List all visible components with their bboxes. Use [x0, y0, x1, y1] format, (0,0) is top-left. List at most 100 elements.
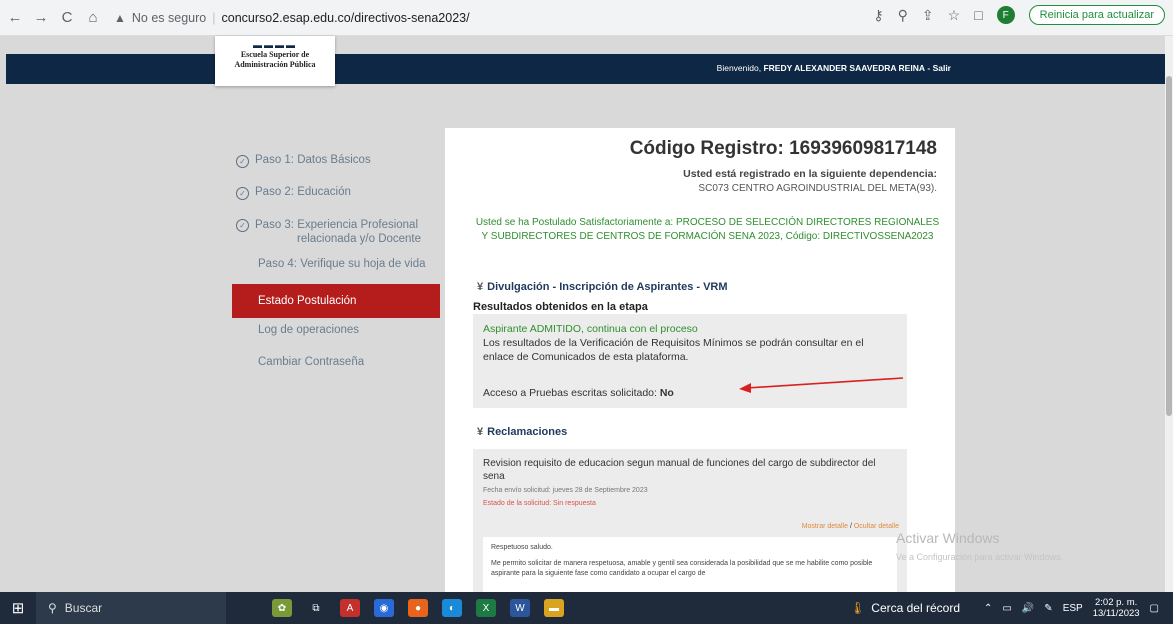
hide-details-link[interactable]: Ocultar detalle: [854, 523, 899, 530]
sidebar-item-label-line1: Paso 3: Experiencia Profesional: [255, 219, 419, 231]
key-icon[interactable]: ⚷: [873, 7, 883, 24]
browser-actions: ⚷ ⚲ ⇪ ☆ □ F Reinicia para actualizar: [873, 5, 1165, 25]
user-name: FREDY ALEXANDER SAAVEDRA REINA: [763, 63, 925, 73]
sidebar-item-label-line2: relacionada y/o Docente: [297, 233, 422, 245]
back-icon[interactable]: ←: [4, 9, 26, 26]
claim-body: Me permito solicitar de manera respetuos…: [491, 560, 873, 577]
sidebar-item-label: Paso 3: Experiencia Profesional relacion…: [255, 218, 421, 246]
pen-icon[interactable]: ✎: [1044, 603, 1052, 614]
system-tray: 🌡 Cerca del récord ⌃ ▭ 🔊 ✎ ESP 2:02 p. m…: [850, 592, 1159, 624]
registration-code: Código Registro: 16939609817148: [629, 138, 937, 159]
esap-logo[interactable]: ▬▬▬▬ Escuela Superior de Administración …: [215, 36, 335, 86]
claim-greeting: Respetuoso saludo.: [491, 544, 553, 551]
file-explorer-icon[interactable]: ▬: [544, 599, 564, 617]
sidebar-item-password[interactable]: Cambiar Contraseña: [232, 350, 440, 382]
sidebar-item-paso1[interactable]: ✓ Paso 1: Datos Básicos: [232, 148, 440, 180]
task-view-icon[interactable]: ⧉: [306, 599, 326, 617]
activate-windows-title: Activar Windows: [896, 530, 1000, 546]
profile-avatar[interactable]: F: [996, 6, 1015, 24]
result-box: Aspirante ADMITIDO, continua con el proc…: [473, 314, 907, 408]
windows-taskbar: ⊞ ⚲ Buscar ✿ ⧉ A ◉ ● ◐ X W ▬ 🌡 Cerca del…: [0, 592, 1173, 624]
logout-link[interactable]: - Salir: [927, 63, 951, 73]
divulgation-section-title[interactable]: ¥ Divulgación - Inscripción de Aspirantes…: [477, 281, 728, 293]
welcome-text: Bienvenido, FREDY ALEXANDER SAAVEDRA REI…: [717, 63, 951, 73]
address-bar[interactable]: ▲ No es seguro | concurso2.esap.edu.co/d…: [114, 5, 470, 31]
collapse-icon: ¥: [477, 426, 484, 438]
firefox-icon[interactable]: ●: [408, 599, 428, 617]
word-icon[interactable]: W: [510, 599, 530, 617]
check-circle-icon: ✓: [236, 187, 249, 200]
update-button[interactable]: Reinicia para actualizar: [1028, 5, 1165, 25]
sidebar-item-label: Paso 2: Educación: [255, 186, 351, 198]
admitted-status: Aspirante ADMITIDO, continua con el proc…: [483, 323, 698, 335]
weather-text: Cerca del récord: [871, 601, 960, 615]
network-icon[interactable]: ▭: [1002, 603, 1011, 614]
check-circle-icon: ✓: [236, 155, 249, 168]
share-icon[interactable]: ⇪: [922, 7, 934, 24]
sidebar-menu: ✓ Paso 1: Datos Básicos ✓ Paso 2: Educac…: [232, 148, 440, 382]
notifications-icon[interactable]: ▢: [1150, 603, 1159, 614]
claims-title-text: Reclamaciones: [487, 426, 568, 438]
clock[interactable]: 2:02 p. m. 13/11/2023: [1093, 597, 1140, 619]
reload-icon[interactable]: C: [56, 9, 78, 26]
clock-time: 2:02 p. m.: [1095, 597, 1138, 608]
main-content: Código Registro: 16939609817148 Usted es…: [445, 128, 955, 598]
sidebar-item-label: Paso 1: Datos Básicos: [255, 154, 371, 166]
sidebar-item-log[interactable]: Log de operaciones: [232, 318, 440, 350]
language-indicator[interactable]: ESP: [1063, 603, 1083, 614]
sidepanel-icon[interactable]: □: [974, 7, 982, 23]
forward-icon[interactable]: →: [30, 9, 52, 26]
page-scrollbar[interactable]: [1165, 36, 1173, 592]
red-arrow-annotation: [739, 377, 904, 393]
taskbar-apps: ✿ ⧉ A ◉ ● ◐ X W ▬: [272, 599, 564, 617]
claims-section-title[interactable]: ¥ Reclamaciones: [477, 426, 567, 438]
thermometer-icon: 🌡: [850, 601, 866, 615]
excel-icon[interactable]: X: [476, 599, 496, 617]
claim-date: Fecha envío solicitud: jueves 28 de Sept…: [483, 487, 648, 494]
sidebar-item-paso2[interactable]: ✓ Paso 2: Educación: [232, 180, 440, 212]
edge-icon[interactable]: ◐: [442, 599, 462, 617]
welcome-prefix: Bienvenido,: [716, 63, 762, 73]
windows-start-icon[interactable]: ⊞: [0, 599, 36, 617]
sidebar-item-paso3[interactable]: ✓ Paso 3: Experiencia Profesional relaci…: [232, 212, 440, 252]
chevron-up-icon[interactable]: ⌃: [984, 603, 992, 614]
sidebar-item-estado-postulacion[interactable]: Estado Postulación: [232, 284, 440, 318]
search-placeholder: Buscar: [64, 601, 103, 615]
requirements-text: Los resultados de la Verificación de Req…: [483, 337, 864, 363]
details-separator: /: [849, 523, 852, 530]
activate-windows-subtitle: Ve a Configuración para activar Windows.: [896, 552, 1064, 562]
access-value: No: [659, 387, 674, 399]
sidebar-item-paso4[interactable]: Paso 4: Verifique su hoja de vida: [232, 252, 440, 284]
sidebar-item-label: Cambiar Contraseña: [258, 356, 365, 368]
star-icon[interactable]: ☆: [948, 7, 961, 24]
weather-widget[interactable]: 🌡 Cerca del récord: [850, 601, 960, 615]
warning-icon: ▲: [114, 10, 126, 25]
divulgation-title-text: Divulgación - Inscripción de Aspirantes …: [487, 281, 728, 293]
check-circle-icon: ✓: [236, 219, 249, 232]
zoom-icon[interactable]: ⚲: [898, 7, 908, 24]
claim-card: Revision requisito de educacion segun ma…: [473, 449, 907, 598]
show-details-link[interactable]: Mostrar detalle: [802, 523, 848, 530]
claim-detail-body: Respetuoso saludo. Me permito solicitar …: [483, 537, 897, 598]
url-separator: |: [212, 10, 216, 25]
postulation-message: Usted se ha Postulado Satisfactoriamente…: [475, 217, 940, 242]
written-tests-access: Acceso a Pruebas escritas solicitado: No: [483, 386, 674, 400]
access-label: Acceso a Pruebas escritas solicitado:: [483, 387, 657, 399]
pdf-app-icon[interactable]: A: [340, 599, 360, 617]
volume-icon[interactable]: 🔊: [1022, 603, 1034, 614]
clock-date: 13/11/2023: [1092, 608, 1140, 619]
logo-mark-icon: ▬▬▬▬: [253, 40, 297, 50]
claim-state: Estado de la solicitud: Sin respuesta: [483, 500, 596, 507]
chrome-icon[interactable]: ◉: [374, 599, 394, 617]
security-label[interactable]: No es seguro: [132, 11, 206, 25]
widgets-icon[interactable]: ✿: [272, 599, 292, 617]
logo-line-1: Escuela Superior de: [240, 50, 310, 59]
collapse-icon: ¥: [477, 281, 484, 293]
claim-title: Revision requisito de educacion segun ma…: [483, 458, 876, 482]
taskbar-search[interactable]: ⚲ Buscar: [36, 592, 226, 624]
scroll-thumb[interactable]: [1166, 76, 1172, 416]
sidebar-item-label: Estado Postulación: [258, 295, 357, 307]
url-text[interactable]: concurso2.esap.edu.co/directivos-sena202…: [222, 11, 470, 25]
search-icon: ⚲: [48, 601, 57, 615]
home-icon[interactable]: ⌂: [82, 9, 104, 26]
